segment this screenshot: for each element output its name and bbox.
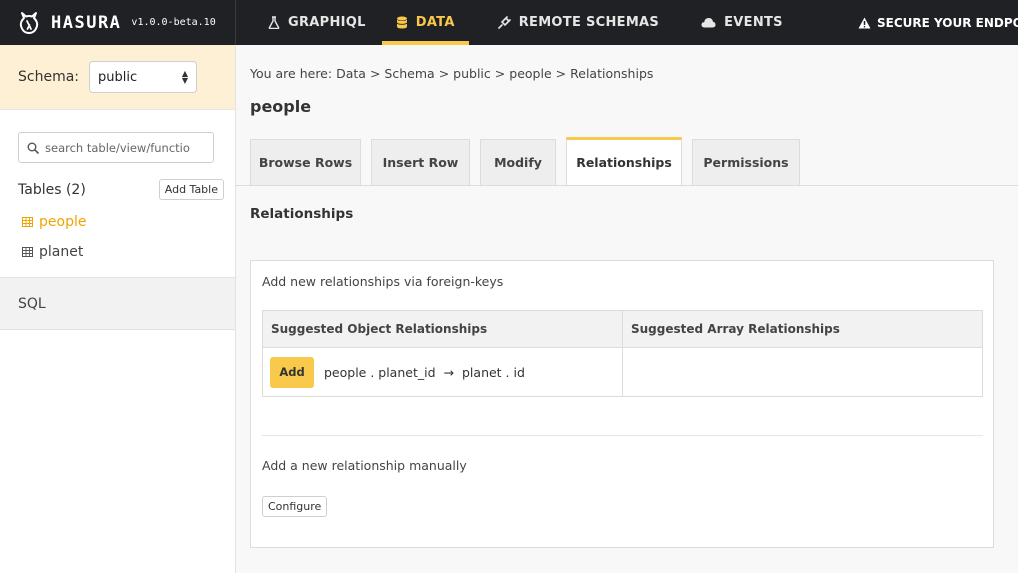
nav-label: EVENTS: [724, 15, 783, 30]
nav-item-remote-schemas[interactable]: REMOTE SCHEMAS: [483, 0, 673, 45]
tab-label: Modify: [494, 155, 542, 170]
tab-label: Permissions: [703, 155, 789, 170]
nav-item-events[interactable]: EVENTS: [687, 0, 797, 45]
add-table-button[interactable]: Add Table: [158, 179, 224, 200]
table-icon: [22, 217, 33, 227]
breadcrumb: You are here: Data > Schema > public > people >…: [250, 66, 653, 81]
configure-button[interactable]: Configure: [262, 496, 328, 517]
brand-name: HASURA: [51, 12, 122, 33]
breadcrumb-item-schema[interactable]: Schema: [384, 66, 434, 81]
nav-label: REMOTE SCHEMAS: [518, 15, 660, 30]
sidebar-item-label: people: [39, 214, 87, 230]
sidebar-item-label: SQL: [18, 295, 46, 312]
breadcrumb-item-data[interactable]: Data: [336, 66, 366, 81]
divider: [262, 435, 983, 436]
schema-label: Schema:: [18, 69, 80, 85]
hasura-logo-icon: [17, 11, 41, 35]
secure-endpoint-link[interactable]: SECURE YOUR ENDPOIN: [858, 0, 1018, 45]
sidebar-item-people[interactable]: people: [22, 214, 86, 230]
object-relationship-cell: Add people . planet_id → planet . id: [262, 347, 623, 397]
section-title: Relationships: [250, 206, 354, 222]
tabs-divider: [236, 185, 1018, 186]
search-icon: [27, 142, 39, 154]
nav-label: GRAPHIQL: [288, 15, 366, 30]
manual-relationship-label: Add a new relationship manually: [262, 458, 467, 473]
cloud-icon: [701, 17, 716, 28]
nav-item-graphiql[interactable]: GRAPHIQL: [254, 0, 380, 45]
top-navbar: HASURA v1.0.0-beta.10 GRAPHIQL DATA REMO…: [0, 0, 1018, 45]
relationships-panel: Add new relationships via foreign-keys S…: [250, 260, 994, 548]
breadcrumb-separator: >: [494, 66, 506, 81]
column-header-array: Suggested Array Relationships: [622, 310, 983, 348]
nav-items: GRAPHIQL DATA REMOTE SCHEMAS EVENTS: [236, 0, 797, 45]
breadcrumb-prefix: You are here:: [250, 66, 333, 81]
brand[interactable]: HASURA v1.0.0-beta.10: [0, 0, 236, 45]
column-header-object: Suggested Object Relationships: [262, 310, 623, 348]
sidebar: Schema: public ▲▼ Tables (2) Add Table p…: [0, 45, 236, 573]
page-title: people: [250, 97, 312, 116]
breadcrumb-separator: >: [369, 66, 381, 81]
search-input[interactable]: [45, 140, 205, 155]
tab-bar: Browse Rows Insert Row Modify Relationsh…: [250, 137, 810, 185]
flask-icon: [268, 16, 280, 29]
select-arrows-icon: ▲ ▼: [181, 69, 189, 85]
relationship-mapping: people . planet_id → planet . id: [324, 365, 525, 380]
search-box[interactable]: [18, 132, 214, 163]
warning-icon: [858, 17, 871, 29]
schema-select[interactable]: public ▲ ▼: [89, 61, 198, 93]
version-label: v1.0.0-beta.10: [131, 17, 216, 28]
breadcrumb-item-relationships: Relationships: [570, 66, 654, 81]
tab-label: Relationships: [576, 155, 672, 170]
tab-modify[interactable]: Modify: [480, 139, 556, 185]
suggested-relationships-table: Suggested Object Relationships Suggested…: [262, 310, 983, 397]
sidebar-item-sql[interactable]: SQL: [0, 277, 235, 330]
database-icon: [396, 16, 408, 29]
plug-icon: [497, 15, 511, 30]
add-relationship-button[interactable]: Add: [270, 356, 314, 388]
schema-selector-row: Schema: public ▲ ▼: [0, 45, 235, 109]
table-header-row: Suggested Object Relationships Suggested…: [262, 310, 983, 348]
breadcrumb-item-people[interactable]: people: [509, 66, 551, 81]
breadcrumb-separator: >: [555, 66, 567, 81]
relationship-to: planet . id: [462, 364, 525, 380]
tab-insert-row[interactable]: Insert Row: [371, 139, 470, 185]
tab-relationships[interactable]: Relationships: [566, 137, 682, 185]
arrow-right-icon: →: [443, 364, 454, 380]
divider: [0, 109, 235, 110]
array-relationship-cell: [622, 347, 983, 397]
tab-label: Browse Rows: [258, 155, 353, 170]
table-icon: [22, 247, 33, 257]
secure-endpoint-label: SECURE YOUR ENDPOIN: [877, 15, 1018, 30]
nav-item-data[interactable]: DATA: [381, 0, 469, 45]
schema-select-value: public: [98, 69, 138, 85]
tables-title: Tables (2): [18, 181, 86, 198]
breadcrumb-separator: >: [438, 66, 450, 81]
breadcrumb-item-public[interactable]: public: [453, 66, 491, 81]
tab-label: Insert Row: [382, 155, 459, 170]
main-content: You are here: Data > Schema > public > people >…: [236, 45, 1018, 573]
nav-label: DATA: [415, 15, 455, 30]
sidebar-item-label: planet: [39, 244, 84, 260]
tab-browse-rows[interactable]: Browse Rows: [250, 139, 361, 185]
table-row: Add people . planet_id → planet . id: [262, 347, 983, 397]
sidebar-item-planet[interactable]: planet: [22, 244, 83, 260]
fk-relationships-label: Add new relationships via foreign-keys: [262, 274, 504, 289]
tables-header: Tables (2) Add Table: [18, 179, 224, 200]
relationship-from: people . planet_id: [323, 364, 436, 380]
tab-permissions[interactable]: Permissions: [692, 139, 800, 185]
